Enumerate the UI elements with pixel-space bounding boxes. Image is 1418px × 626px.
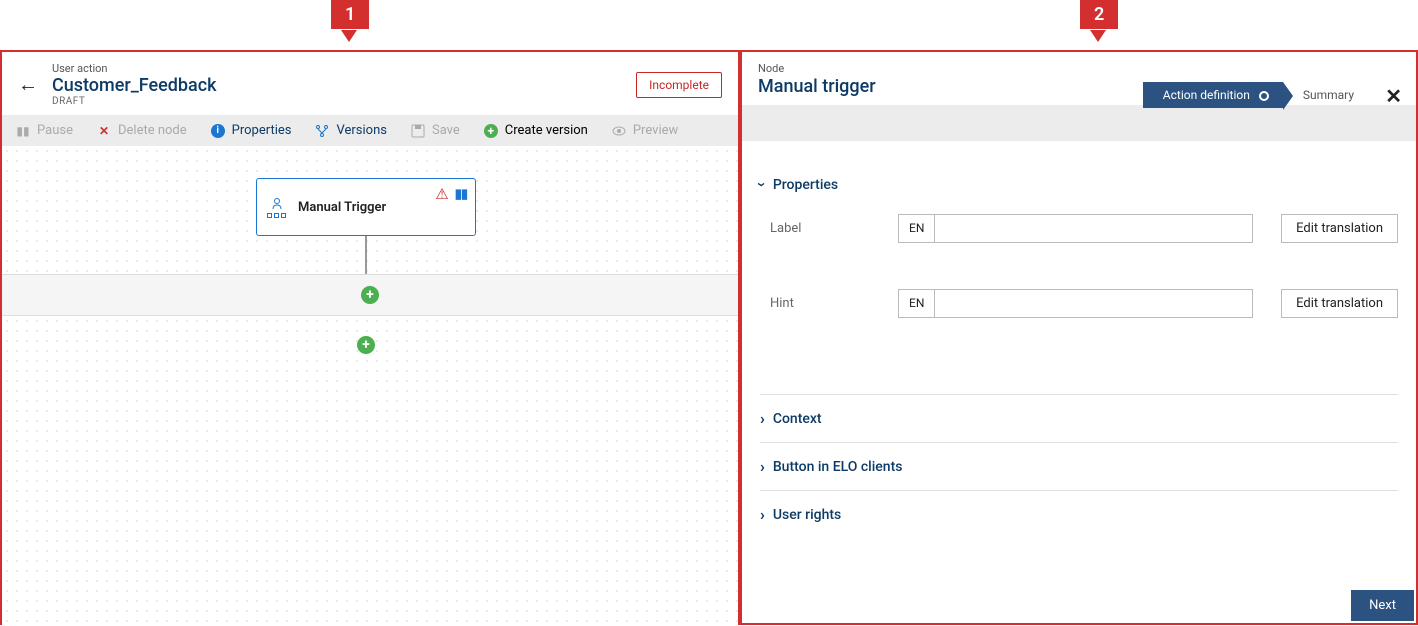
draft-status: DRAFT (52, 96, 622, 107)
create-version-button[interactable]: + Create version (484, 123, 588, 138)
delete-label: Delete node (118, 123, 187, 138)
branch-icon (315, 124, 329, 138)
add-node-button-2[interactable]: + (357, 336, 375, 354)
info-icon: i (211, 124, 225, 138)
step-summary[interactable]: Summary (1283, 82, 1368, 108)
close-icon[interactable]: ✕ (1385, 84, 1402, 108)
versions-label: Versions (336, 123, 386, 138)
preview-label: Preview (633, 123, 678, 138)
page-title: Customer_Feedback (52, 75, 622, 96)
plus-circle-icon: + (484, 124, 498, 138)
save-label: Save (432, 123, 460, 138)
save-icon (411, 124, 425, 138)
label-input[interactable] (935, 214, 1253, 243)
section-properties[interactable]: Properties (760, 161, 1398, 208)
hint-edit-translation-button[interactable]: Edit translation (1281, 289, 1398, 318)
section-user-rights-label: User rights (773, 507, 841, 523)
hint-lang-badge[interactable]: EN (898, 289, 935, 318)
hint-input[interactable] (935, 289, 1253, 318)
annotation-tag-1: 1 (331, 0, 369, 29)
breadcrumb: User action (52, 62, 622, 75)
preview-button[interactable]: Preview (612, 123, 678, 138)
pause-button[interactable]: ▮▮ Pause (16, 123, 73, 138)
node-crumb: Node (758, 62, 1400, 75)
label-lang-badge[interactable]: EN (898, 214, 935, 243)
status-badge: Incomplete (636, 72, 722, 98)
right-toolbar (742, 105, 1416, 141)
flow-designer-pane: ← User action Customer_Feedback DRAFT In… (0, 50, 740, 625)
section-user-rights[interactable]: User rights (760, 491, 1398, 538)
warning-icon: ⚠ (435, 185, 448, 203)
pause-label: Pause (37, 123, 73, 138)
properties-label: Properties (232, 123, 292, 138)
pause-icon: ▮▮ (16, 124, 30, 138)
label-field-label: Label (760, 221, 880, 236)
next-button[interactable]: Next (1351, 590, 1414, 621)
section-context[interactable]: Context (760, 395, 1398, 442)
add-node-zone: + (2, 274, 738, 316)
hint-field-label: Hint (760, 296, 880, 311)
section-context-label: Context (773, 411, 822, 427)
flow-canvas[interactable]: Manual Trigger ⚠ ▮▮ + + (2, 146, 738, 626)
section-button-clients[interactable]: Button in ELO clients (760, 443, 1398, 490)
manual-trigger-node[interactable]: Manual Trigger ⚠ ▮▮ (256, 178, 476, 236)
back-arrow-icon[interactable]: ← (18, 72, 38, 97)
section-properties-label: Properties (773, 177, 838, 193)
properties-button[interactable]: i Properties (211, 123, 292, 138)
node-label: Manual Trigger (298, 200, 386, 215)
annotation-arrow-2 (1090, 30, 1106, 42)
step-radio-icon (1259, 91, 1269, 101)
annotation-tag-2: 2 (1080, 0, 1118, 29)
section-button-clients-label: Button in ELO clients (773, 459, 903, 475)
node-connector (365, 236, 367, 276)
node-editor-pane: Node Manual trigger Action definition Su… (740, 50, 1418, 625)
step-action-definition[interactable]: Action definition (1143, 82, 1283, 108)
annotation-arrow-1 (341, 30, 357, 42)
hierarchy-icon (267, 197, 286, 218)
versions-button[interactable]: Versions (315, 123, 386, 138)
toolbar: ▮▮ Pause ✕ Delete node i Properties Vers… (2, 115, 738, 146)
x-icon: ✕ (97, 124, 111, 138)
add-node-button-1[interactable]: + (361, 286, 379, 304)
step-active-label: Action definition (1163, 88, 1250, 102)
label-edit-translation-button[interactable]: Edit translation (1281, 214, 1398, 243)
node-pause-icon: ▮▮ (455, 187, 467, 202)
step-nav: Action definition Summary (1143, 82, 1368, 108)
delete-node-button[interactable]: ✕ Delete node (97, 123, 187, 138)
save-button[interactable]: Save (411, 123, 460, 138)
create-version-label: Create version (505, 123, 588, 138)
eye-icon (612, 124, 626, 138)
